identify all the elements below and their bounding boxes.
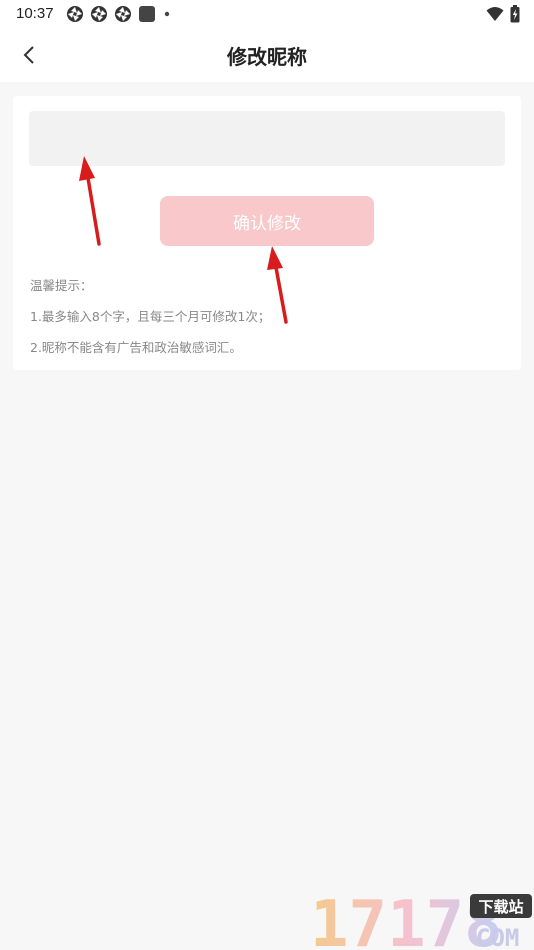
battery-charging-icon — [510, 5, 520, 23]
watermark-logo: 17178 下载站 COM — [310, 888, 534, 950]
square-app-icon — [139, 6, 155, 22]
status-bar: 10:37 — [0, 0, 534, 28]
tips-heading: 温馨提示： — [30, 278, 93, 293]
watermark-domain: COM — [476, 924, 519, 950]
app-notification-icon — [91, 6, 107, 22]
dot-icon — [164, 11, 170, 17]
tips: 温馨提示： 1.最多输入8个字，且每三个月可修改1次； 2.昵称不能含有广告和政… — [30, 276, 270, 369]
system-icons — [486, 5, 520, 23]
watermark-graphic: 17178 下载站 COM — [310, 888, 532, 950]
wifi-icon — [486, 7, 504, 21]
nav-header: 修改昵称 — [0, 28, 534, 82]
app-notification-icon — [115, 6, 131, 22]
tips-line-1: 1.最多输入8个字，且每三个月可修改1次； — [30, 309, 271, 324]
tips-line-2: 2.昵称不能含有广告和政治敏感词汇。 — [30, 340, 242, 355]
edit-nickname-card: 确认修改 温馨提示： 1.最多输入8个字，且每三个月可修改1次； 2.昵称不能含… — [13, 96, 521, 370]
nickname-input[interactable] — [29, 111, 505, 166]
page-title: 修改昵称 — [227, 45, 307, 69]
app-notification-icon — [67, 6, 83, 22]
notification-icons — [66, 5, 172, 23]
status-time: 10:37 — [16, 5, 54, 22]
confirm-button[interactable]: 确认修改 — [160, 196, 374, 246]
watermark-badge: 下载站 — [478, 898, 523, 916]
